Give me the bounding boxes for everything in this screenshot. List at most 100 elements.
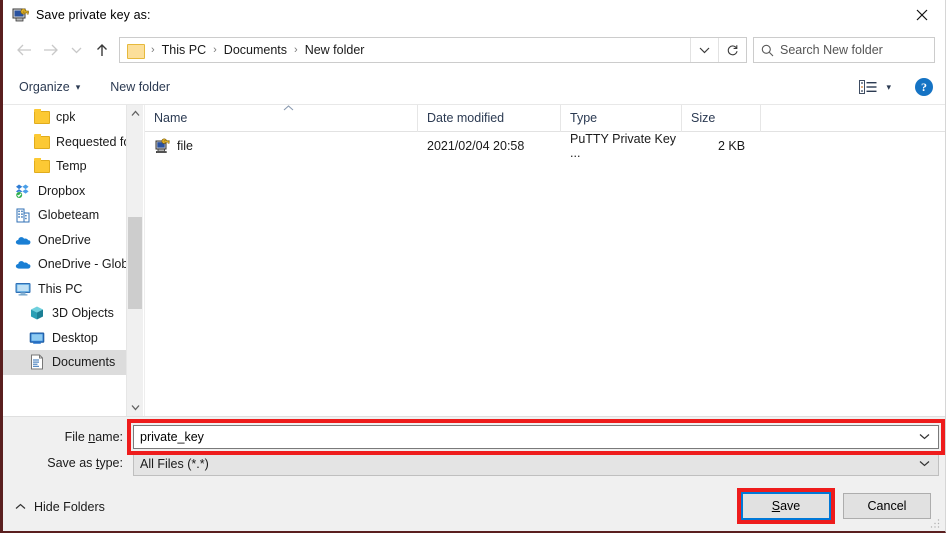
cell-size: 2 KB xyxy=(718,138,746,153)
sidebar-item-label: Temp xyxy=(56,159,87,174)
new-folder-label: New folder xyxy=(110,80,171,94)
search-icon xyxy=(761,44,774,57)
breadcrumb-separator: › xyxy=(294,44,298,56)
navigation-sidebar[interactable]: cpk Requested forms Temp Dropbox Globete… xyxy=(3,105,143,416)
address-dropdown-chevron-icon[interactable] xyxy=(690,38,718,62)
dialog-body: cpk Requested forms Temp Dropbox Globete… xyxy=(3,105,945,416)
sidebar-item-label: cpk xyxy=(56,110,76,125)
save-as-type-label: Save as type: xyxy=(13,456,123,470)
address-bar[interactable]: › This PC › Documents › New folder xyxy=(119,37,747,63)
file-list-pane: Name Date modified Type Size file 2021/0… xyxy=(145,105,945,416)
search-placeholder-text: Search New folder xyxy=(780,43,883,57)
sidebar-item-desktop[interactable]: Desktop xyxy=(3,326,143,351)
new-folder-button[interactable]: New folder xyxy=(110,80,170,94)
column-header-type[interactable]: Type xyxy=(561,105,682,132)
save-as-type-label-post: ype: xyxy=(99,456,123,470)
sidebar-item-temp[interactable]: Temp xyxy=(3,154,143,179)
save-as-type-label-pre: Save as xyxy=(47,456,96,470)
sidebar-item-globeteam[interactable]: Globeteam xyxy=(3,203,143,228)
folder-icon xyxy=(33,133,50,150)
organize-label: Organize xyxy=(19,80,70,94)
building-icon xyxy=(15,207,31,223)
puttygen-key-icon xyxy=(12,7,29,24)
sidebar-item-label: This PC xyxy=(38,281,83,296)
resize-grip[interactable] xyxy=(929,516,941,528)
file-name-input[interactable]: private_key xyxy=(133,425,939,449)
sidebar-item-label: Documents xyxy=(52,355,116,370)
hide-folders-toggle[interactable]: Hide Folders xyxy=(15,500,105,514)
column-label: Size xyxy=(691,111,716,125)
sidebar-item-cpk[interactable]: cpk xyxy=(3,105,143,130)
onedrive-cloud-icon xyxy=(15,232,31,248)
title-bar: Save private key as: xyxy=(3,0,945,30)
breadcrumb-this-pc[interactable]: This PC xyxy=(160,43,208,57)
sidebar-item-label: OneDrive xyxy=(38,232,91,247)
sidebar-item-3d-objects[interactable]: 3D Objects xyxy=(3,301,143,326)
save-label-mnemonic: S xyxy=(771,499,781,513)
sidebar-item-label: 3D Objects xyxy=(52,306,114,321)
up-arrow-icon[interactable] xyxy=(89,37,115,63)
file-name-label: File name: xyxy=(13,430,123,444)
sidebar-item-this-pc[interactable]: This PC xyxy=(3,277,143,302)
search-input[interactable]: Search New folder xyxy=(753,37,935,63)
sidebar-item-onedrive[interactable]: OneDrive xyxy=(3,228,143,253)
navigation-bar: › This PC › Documents › New folder Searc… xyxy=(3,30,945,70)
folder-icon xyxy=(33,158,50,174)
back-arrow-icon[interactable] xyxy=(11,37,37,63)
sidebar-item-label: Desktop xyxy=(52,330,98,345)
sidebar-scrollbar[interactable] xyxy=(126,105,143,416)
file-name: file xyxy=(177,138,193,153)
toolbar-right-group: ▾ ? xyxy=(859,78,933,96)
folder-icon xyxy=(127,43,145,59)
view-chevron-down-icon[interactable]: ▾ xyxy=(886,82,891,93)
file-name-value: private_key xyxy=(140,430,204,444)
chevron-up-icon xyxy=(15,502,26,513)
column-header-name[interactable]: Name xyxy=(145,105,418,132)
scrollbar-thumb[interactable] xyxy=(128,217,142,309)
file-name-label-post: ame: xyxy=(95,430,123,444)
documents-icon xyxy=(29,354,45,370)
cell-type: PuTTY Private Key ... xyxy=(570,131,677,160)
folder-icon xyxy=(33,109,50,125)
sidebar-item-documents[interactable]: Documents xyxy=(3,350,143,375)
cancel-label: Cancel xyxy=(867,499,907,513)
sidebar-item-requested-forms[interactable]: Requested forms xyxy=(3,130,143,155)
organize-button[interactable]: Organize ▾ xyxy=(19,80,80,94)
chevron-down-icon: ▾ xyxy=(75,81,81,92)
command-toolbar: Organize ▾ New folder ▾ ? xyxy=(3,70,945,105)
breadcrumb-separator: › xyxy=(213,44,217,56)
cancel-button[interactable]: Cancel xyxy=(843,493,931,519)
cell-date-modified: 2021/02/04 20:58 xyxy=(427,138,525,153)
breadcrumb-new-folder[interactable]: New folder xyxy=(303,43,367,57)
column-header-size[interactable]: Size xyxy=(682,105,761,132)
help-button[interactable]: ? xyxy=(915,78,933,96)
sidebar-item-onedrive-globeteam[interactable]: OneDrive - Globeteam xyxy=(3,252,143,277)
sidebar-item-label: Globeteam xyxy=(38,208,100,223)
breadcrumb-documents[interactable]: Documents xyxy=(222,43,289,57)
desktop-icon xyxy=(29,330,45,346)
save-as-type-dropdown[interactable]: All Files (*.*) xyxy=(133,452,939,476)
refresh-icon[interactable] xyxy=(718,38,746,62)
column-header-date-modified[interactable]: Date modified xyxy=(418,105,561,132)
scroll-down-arrow-icon[interactable] xyxy=(127,399,143,416)
save-button[interactable]: Save xyxy=(741,492,831,520)
chevron-down-icon[interactable] xyxy=(919,458,930,470)
view-options-icon[interactable] xyxy=(859,80,877,94)
column-label: Date modified xyxy=(427,111,505,125)
sidebar-item-dropbox[interactable]: Dropbox xyxy=(3,179,143,204)
save-file-dialog: Save private key as: › This PC › Documen… xyxy=(0,0,946,533)
sidebar-item-label: Dropbox xyxy=(38,183,86,198)
cell-name: file xyxy=(145,138,418,154)
scroll-up-arrow-icon[interactable] xyxy=(127,105,143,122)
column-label: Name xyxy=(154,111,188,125)
recent-locations-chevron-icon[interactable] xyxy=(63,37,89,63)
putty-private-key-icon xyxy=(154,138,170,154)
forward-arrow-icon[interactable] xyxy=(37,37,63,63)
table-row[interactable]: file 2021/02/04 20:58 PuTTY Private Key … xyxy=(145,131,945,160)
help-label: ? xyxy=(921,79,927,94)
close-button[interactable] xyxy=(899,0,945,30)
chevron-down-icon[interactable] xyxy=(919,431,930,443)
monitor-icon xyxy=(15,281,31,297)
breadcrumb-separator: › xyxy=(151,44,155,56)
save-as-type-value: All Files (*.*) xyxy=(140,457,209,471)
